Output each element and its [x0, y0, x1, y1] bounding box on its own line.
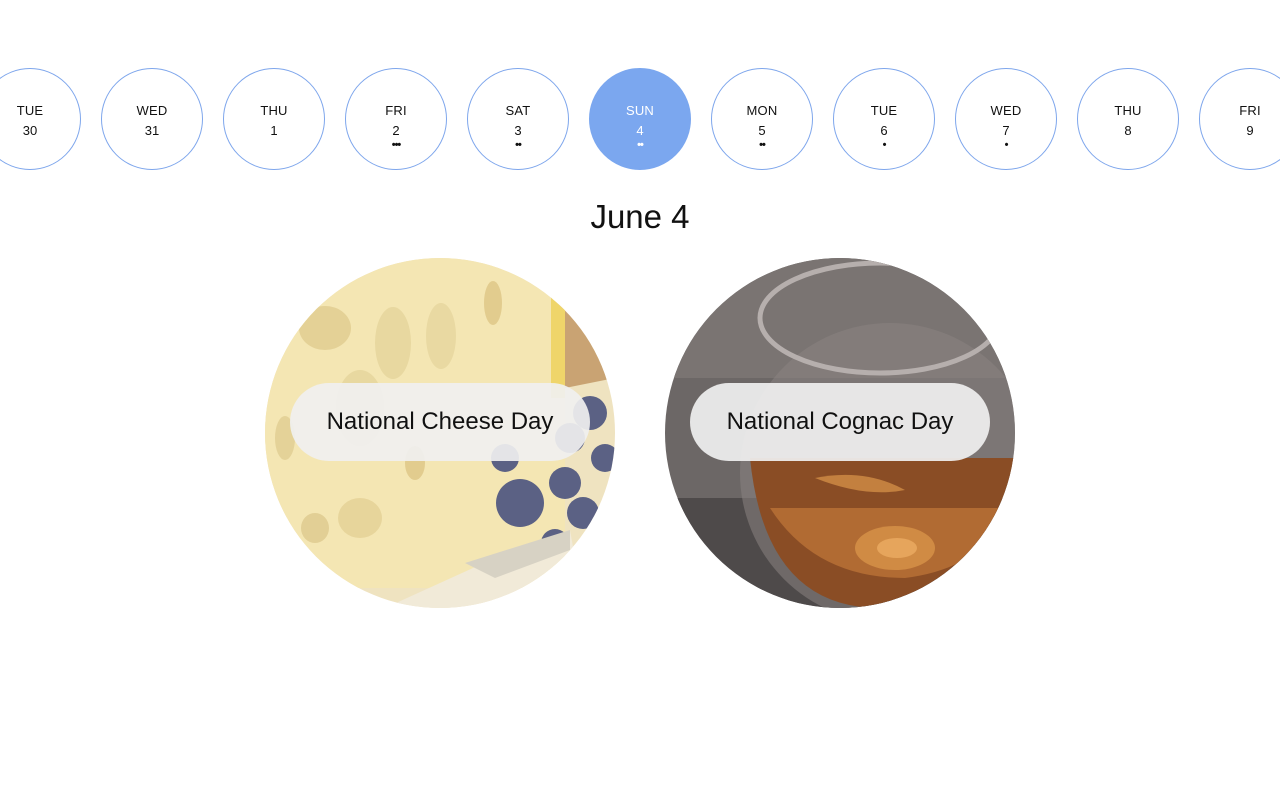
day-sat-3[interactable]: SAT 3 ••: [467, 68, 569, 170]
event-count-dots: ••: [515, 139, 522, 151]
day-wed-7[interactable]: WED 7 •: [955, 68, 1057, 170]
day-of-week: THU: [260, 103, 288, 118]
day-of-week: TUE: [16, 103, 44, 118]
event-count-dots: •: [882, 139, 887, 151]
day-tue-6[interactable]: TUE 6 •: [833, 68, 935, 170]
day-number: 9: [1246, 123, 1254, 138]
event-card-cognac[interactable]: National Cognac Day: [665, 258, 1015, 608]
day-strip-track: TUE 30 WED 31 THU 1 FRI 2 ••• SAT 3 •• SUN 4 •• MON 5 •• T…: [0, 68, 1280, 170]
day-strip: TUE 30 WED 31 THU 1 FRI 2 ••• SAT 3 •• SUN 4 •• MON 5 •• T…: [0, 68, 1280, 170]
day-number: 30: [22, 123, 38, 138]
day-number: 4: [636, 123, 644, 138]
event-label-pill: National Cognac Day: [690, 383, 990, 461]
event-count-dots: •••: [391, 139, 402, 151]
day-number: 3: [514, 123, 522, 138]
event-label-pill: National Cheese Day: [290, 383, 590, 461]
day-thu-8[interactable]: THU 8: [1077, 68, 1179, 170]
day-thu-1[interactable]: THU 1: [223, 68, 325, 170]
day-fri-2[interactable]: FRI 2 •••: [345, 68, 447, 170]
day-number: 2: [392, 123, 400, 138]
day-mon-5[interactable]: MON 5 ••: [711, 68, 813, 170]
day-of-week: MON: [746, 103, 778, 118]
day-of-week: SAT: [505, 103, 531, 118]
day-number: 31: [144, 123, 160, 138]
day-number: 7: [1002, 123, 1010, 138]
day-of-week: FRI: [385, 103, 407, 118]
event-count-dots: •: [1004, 139, 1009, 151]
day-of-week: WED: [136, 103, 168, 118]
event-count-dots: ••: [759, 139, 766, 151]
day-of-week: THU: [1114, 103, 1142, 118]
event-cards: National Cheese Day National Cognac Day: [0, 258, 1280, 608]
day-sun-4[interactable]: SUN 4 ••: [589, 68, 691, 170]
day-of-week: WED: [990, 103, 1022, 118]
day-wed-31[interactable]: WED 31: [101, 68, 203, 170]
selected-date-title: June 4: [590, 198, 690, 235]
day-of-week: FRI: [1239, 103, 1261, 118]
day-of-week: TUE: [870, 103, 898, 118]
event-card-cheese[interactable]: National Cheese Day: [265, 258, 615, 608]
day-tue-30[interactable]: TUE 30: [0, 68, 81, 170]
day-of-week: SUN: [625, 103, 655, 118]
day-number: 8: [1124, 123, 1132, 138]
day-number: 5: [758, 123, 766, 138]
event-count-dots: ••: [637, 139, 644, 151]
day-number: 1: [270, 123, 278, 138]
day-number: 6: [880, 123, 888, 138]
day-fri-9[interactable]: FRI 9: [1199, 68, 1280, 170]
